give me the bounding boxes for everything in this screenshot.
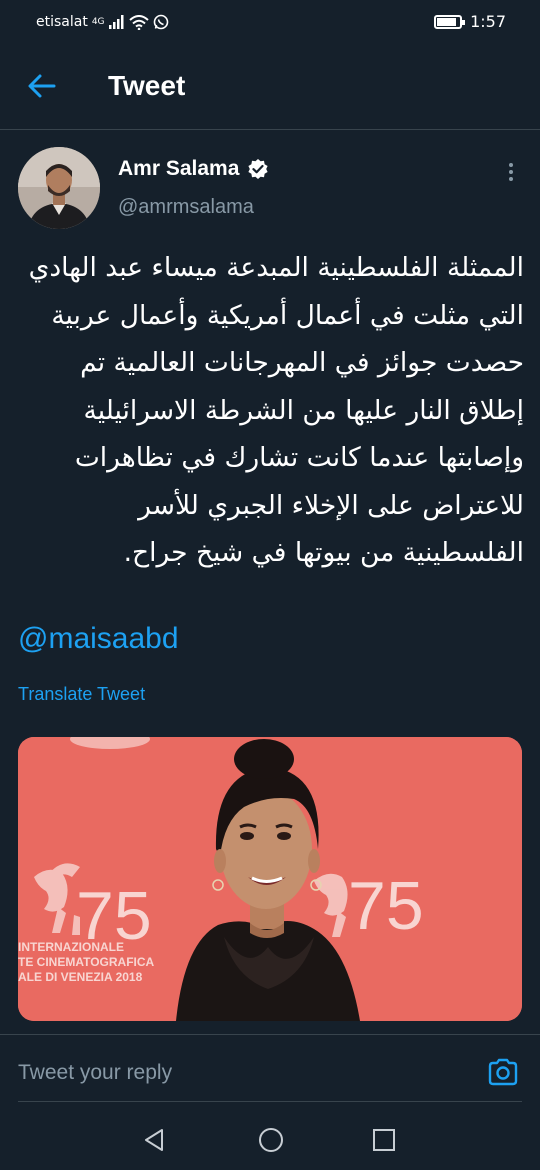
camera-button[interactable] [486, 1055, 520, 1089]
page-title: Tweet [108, 70, 186, 101]
photo-image: 75 INTERNAZIONALE TE CINEMATOGRAFICA ALE… [18, 737, 522, 1021]
navigation-bar [0, 1110, 540, 1170]
translate-tweet-link[interactable]: Translate Tweet [18, 684, 145, 705]
author-name-text: Amr Salama [118, 157, 240, 180]
clock: 1:57 [470, 12, 506, 31]
more-options-button[interactable] [504, 160, 518, 184]
carrier-label: etisalat [36, 14, 88, 30]
more-dot-icon [509, 163, 513, 167]
nav-back-icon[interactable] [140, 1126, 168, 1154]
verified-badge-icon [248, 159, 269, 179]
whatsapp-icon [153, 14, 168, 30]
status-left: etisalat 4G [36, 14, 169, 30]
status-bar: etisalat 4G 1:57 [0, 0, 540, 46]
battery-icon [434, 14, 466, 29]
reply-bar: Tweet your reply [0, 1034, 540, 1110]
network-label: 4G [91, 17, 105, 27]
nav-recent-icon[interactable] [371, 1127, 397, 1153]
signal-icon [108, 15, 124, 29]
more-dot-icon [509, 170, 513, 174]
banner-line3: ALE DI VENEZIA 2018 [18, 970, 143, 984]
status-right: 1:57 [434, 12, 506, 31]
banner-line2: TE CINEMATOGRAFICA [18, 955, 155, 969]
mention-link[interactable]: @maisaabd [18, 622, 179, 656]
reply-underline [18, 1101, 522, 1102]
camera-icon [488, 1058, 518, 1086]
author-handle[interactable]: @amrmsalama [118, 196, 254, 219]
reply-input[interactable]: Tweet your reply [18, 1061, 172, 1085]
top-bar: Tweet [0, 46, 540, 130]
wifi-icon [128, 14, 149, 30]
avatar[interactable] [18, 147, 100, 229]
arrow-left-icon [28, 74, 56, 98]
tweet-text: الممثلة الفلسطينية المبدعة ميساء عبد اله… [28, 252, 524, 568]
more-dot-icon [509, 177, 513, 181]
nav-home-icon[interactable] [257, 1126, 285, 1154]
back-button[interactable] [24, 68, 60, 104]
avatar-image [18, 147, 100, 229]
banner-number-right: 75 [348, 868, 424, 944]
banner-line1: INTERNAZIONALE [18, 940, 124, 954]
tweet-photo[interactable]: 75 INTERNAZIONALE TE CINEMATOGRAFICA ALE… [18, 737, 522, 1021]
author-name[interactable]: Amr Salama [118, 157, 269, 181]
